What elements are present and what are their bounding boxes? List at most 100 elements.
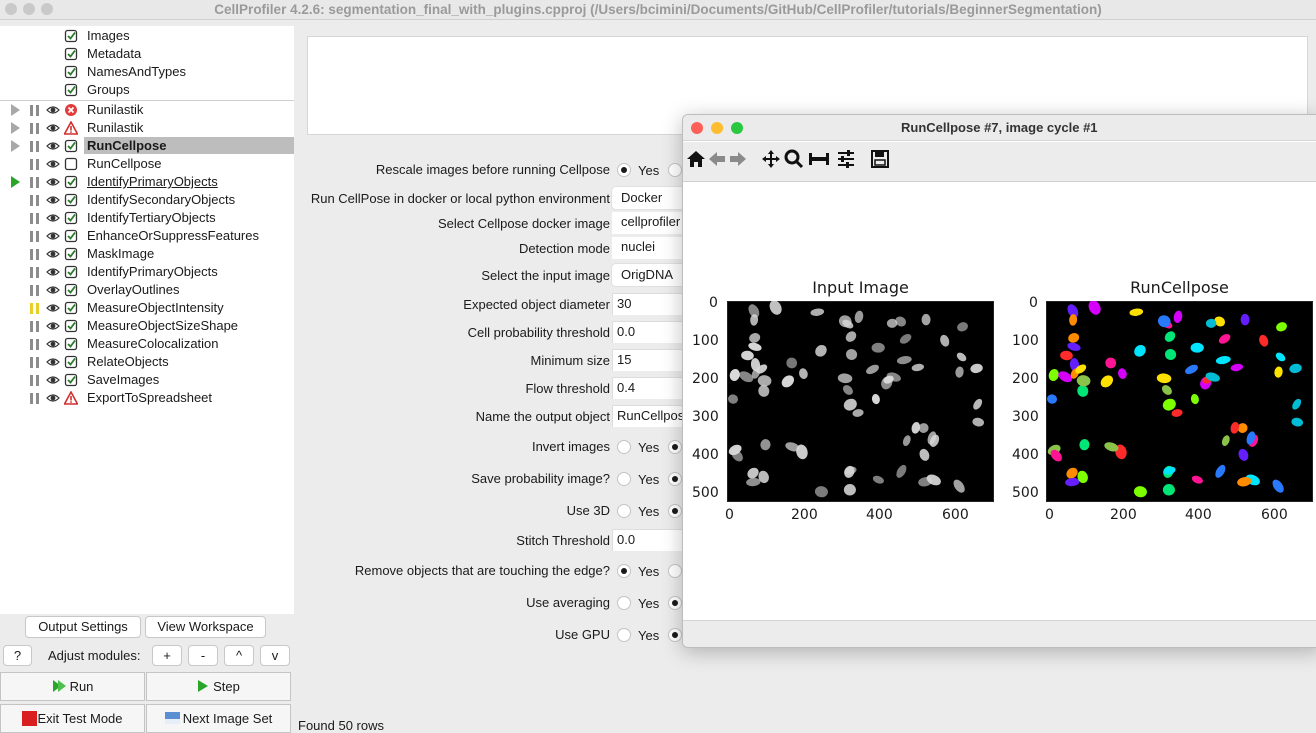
eye-icon[interactable] <box>46 248 60 260</box>
run-button[interactable]: Run <box>0 672 145 701</box>
eye-icon[interactable] <box>46 194 60 206</box>
remove-edge-yes-radio[interactable] <box>617 564 631 578</box>
enabled-check-icon[interactable] <box>64 175 78 189</box>
subplots-icon[interactable] <box>808 148 830 170</box>
pause-icon[interactable] <box>30 177 39 188</box>
averaging-yes-radio[interactable] <box>617 596 631 610</box>
runcellpose-plot[interactable] <box>1046 301 1313 502</box>
enabled-check-icon[interactable] <box>64 229 78 243</box>
input-module-row[interactable]: Images <box>0 27 294 45</box>
save-prob-no-radio[interactable] <box>668 472 682 486</box>
stitch-input[interactable]: 0.0 <box>612 529 692 551</box>
enabled-check-icon[interactable] <box>64 355 78 369</box>
docker-image-field[interactable]: cellprofiler <box>612 212 692 234</box>
view-workspace-button[interactable]: View Workspace <box>145 616 266 638</box>
pause-icon[interactable] <box>30 105 39 116</box>
output-name-input[interactable]: RunCellpose <box>612 405 692 427</box>
input-module-row[interactable]: Metadata <box>0 45 294 63</box>
cell-prob-input[interactable]: 0.0 <box>612 321 692 343</box>
gpu-yes-radio[interactable] <box>617 628 631 642</box>
next-image-set-button[interactable]: Next Image Set <box>146 704 291 733</box>
remove-edge-no-radio[interactable] <box>668 564 682 578</box>
module-row[interactable]: MeasureObjectSizeShape <box>0 317 294 335</box>
warning-icon[interactable] <box>63 390 79 405</box>
eye-icon[interactable] <box>46 266 60 278</box>
module-row[interactable]: OverlayOutlines <box>0 281 294 299</box>
eye-icon[interactable] <box>46 320 60 332</box>
enabled-check-icon[interactable] <box>64 301 78 315</box>
module-row[interactable]: EnhanceOrSuppressFeatures <box>0 227 294 245</box>
module-row[interactable]: Runilastik <box>0 119 294 137</box>
env-dropdown[interactable]: Docker <box>612 187 692 209</box>
move-down-button[interactable]: v <box>260 645 290 666</box>
eye-icon[interactable] <box>46 302 60 314</box>
eye-icon[interactable] <box>46 284 60 296</box>
min-size-input[interactable]: 15 <box>612 349 692 371</box>
enabled-check-icon[interactable] <box>64 47 78 61</box>
expand-arrow-icon[interactable] <box>11 122 20 134</box>
zoom-icon[interactable] <box>783 148 805 170</box>
input-module-row[interactable]: Groups <box>0 81 294 99</box>
averaging-no-radio[interactable] <box>668 596 682 610</box>
eye-icon[interactable] <box>46 392 60 404</box>
pan-icon[interactable] <box>760 148 782 170</box>
forward-icon[interactable] <box>727 148 749 170</box>
eye-icon[interactable] <box>46 176 60 188</box>
exit-test-mode-button[interactable]: Exit Test Mode <box>0 704 145 733</box>
play-indicator-icon[interactable] <box>11 176 20 188</box>
rescale-no-radio[interactable] <box>668 163 682 177</box>
figure-minimize-button[interactable] <box>711 122 723 134</box>
module-row[interactable]: RunCellpose <box>0 155 294 173</box>
pause-icon[interactable] <box>30 285 39 296</box>
expand-arrow-icon[interactable] <box>11 140 20 152</box>
expand-arrow-icon[interactable] <box>11 104 20 116</box>
flow-threshold-input[interactable]: 0.4 <box>612 377 692 399</box>
invert-no-radio[interactable] <box>668 440 682 454</box>
pause-icon[interactable] <box>30 393 39 404</box>
pause-icon[interactable] <box>30 231 39 242</box>
module-row[interactable]: RunCellpose <box>0 137 294 155</box>
enabled-check-icon[interactable] <box>64 373 78 387</box>
eye-icon[interactable] <box>46 338 60 350</box>
save-icon[interactable] <box>869 148 891 170</box>
module-row[interactable]: MeasureColocalization <box>0 335 294 353</box>
pause-icon[interactable] <box>30 375 39 386</box>
input-module-row[interactable]: NamesAndTypes <box>0 63 294 81</box>
disabled-check-icon[interactable] <box>64 157 78 171</box>
remove-module-button[interactable]: - <box>188 645 218 666</box>
eye-icon[interactable] <box>46 356 60 368</box>
back-icon[interactable] <box>706 148 728 170</box>
detection-mode-dropdown[interactable]: nuclei <box>612 237 692 259</box>
warning-icon[interactable] <box>63 120 79 135</box>
figure-titlebar[interactable]: RunCellpose #7, image cycle #1 <box>683 115 1316 141</box>
module-row[interactable]: RelateObjects <box>0 353 294 371</box>
figure-maximize-button[interactable] <box>731 122 743 134</box>
pause-icon[interactable] <box>30 267 39 278</box>
add-module-button[interactable]: + <box>152 645 182 666</box>
error-icon[interactable] <box>64 103 78 117</box>
enabled-check-icon[interactable] <box>64 265 78 279</box>
module-row[interactable]: Runilastik <box>0 101 294 119</box>
use3d-yes-radio[interactable] <box>617 504 631 518</box>
enabled-check-icon[interactable] <box>64 83 78 97</box>
enabled-check-icon[interactable] <box>64 247 78 261</box>
step-button[interactable]: Step <box>146 672 291 701</box>
eye-icon[interactable] <box>46 230 60 242</box>
module-row[interactable]: MaskImage <box>0 245 294 263</box>
module-row[interactable]: IdentifySecondaryObjects <box>0 191 294 209</box>
output-settings-button[interactable]: Output Settings <box>25 616 141 638</box>
eye-icon[interactable] <box>46 104 60 116</box>
pause-icon[interactable] <box>30 159 39 170</box>
pause-icon[interactable] <box>30 195 39 206</box>
pause-icon[interactable] <box>30 321 39 332</box>
home-icon[interactable] <box>685 148 707 170</box>
module-row[interactable]: IdentifyPrimaryObjects <box>0 263 294 281</box>
enabled-check-icon[interactable] <box>64 211 78 225</box>
enabled-check-icon[interactable] <box>64 337 78 351</box>
pause-icon[interactable] <box>30 357 39 368</box>
eye-icon[interactable] <box>46 122 60 134</box>
pause-icon[interactable] <box>30 141 39 152</box>
module-row[interactable]: IdentifyPrimaryObjects <box>0 173 294 191</box>
eye-icon[interactable] <box>46 140 60 152</box>
eye-icon[interactable] <box>46 158 60 170</box>
